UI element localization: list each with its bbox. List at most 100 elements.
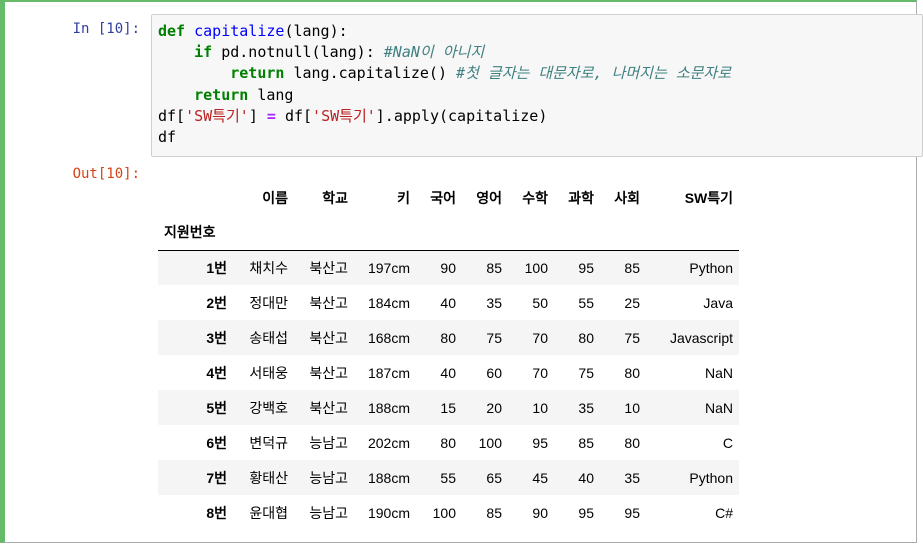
table-cell: Python: [689, 469, 733, 486]
table-row: 6번 변덕규 능남고 202cm 80 100 95 85 80 C: [158, 425, 739, 460]
table-cell: 55: [578, 294, 594, 311]
table-cell: 70: [532, 364, 548, 381]
table-cell: 10: [532, 399, 548, 416]
keyword: return: [194, 85, 249, 104]
column-header: 사회: [614, 189, 640, 206]
table-cell: 60: [486, 364, 502, 381]
empty-header-cell: [508, 215, 554, 250]
corner-cell: [158, 180, 233, 215]
column-header: 과학: [568, 189, 594, 206]
table-cell: 95: [578, 259, 594, 276]
index-name-row: 지원번호: [158, 215, 739, 250]
table-cell: 187cm: [367, 364, 410, 381]
table-cell: 능남고: [309, 434, 348, 451]
table-body: 1번 채치수 북산고 197cm 90 85 100 95 85 Python 2번 정대만 북산고 18…: [158, 250, 739, 530]
code-editor[interactable]: def capitalize(lang): if pd.notnull(lang…: [151, 14, 923, 157]
table-cell: 80: [440, 434, 456, 451]
table-cell: 85: [486, 259, 502, 276]
empty-header-cell: [646, 215, 739, 250]
table-row: 3번 송태섭 북산고 168cm 80 75 70 80 75 Javascript: [158, 320, 739, 355]
code-line-3: return lang.capitalize() #첫 글자는 대문자로, 나머…: [158, 64, 731, 82]
table-cell: Java: [703, 294, 733, 311]
code-text: ]: [248, 106, 267, 125]
code-text: df[: [158, 106, 186, 125]
output-prompt: Out[10]:: [72, 166, 140, 182]
input-prompt: In [10]:: [72, 21, 140, 37]
table-cell: 25: [624, 294, 640, 311]
table-cell: 변덕규: [249, 434, 288, 451]
table-cell: 85: [486, 504, 502, 521]
table-cell: 10: [624, 399, 640, 416]
table-cell: 190cm: [367, 504, 410, 521]
keyword: if: [194, 43, 213, 62]
table-row: 4번 서태웅 북산고 187cm 40 60 70 75 80 NaN: [158, 355, 739, 390]
table-cell: 윤대협: [249, 504, 288, 521]
table-cell: 95: [624, 504, 640, 521]
code-text: df[: [275, 106, 313, 125]
table-cell: 35: [578, 399, 594, 416]
keyword: return: [230, 64, 285, 83]
table-cell: 15: [440, 399, 456, 416]
code-line-5: df['SW특기'] = df['SW특기'].apply(capitalize…: [158, 107, 547, 125]
table-cell: 100: [432, 504, 456, 521]
table-cell: NaN: [704, 399, 733, 416]
table-cell: 100: [524, 259, 548, 276]
notebook-cell[interactable]: In [10]: def capitalize(lang): if pd.not…: [0, 0, 923, 543]
row-index: 4번: [206, 364, 227, 381]
table-cell: 35: [624, 469, 640, 486]
table-cell: 45: [532, 469, 548, 486]
table-cell: 197cm: [367, 259, 410, 276]
code-line-4: return lang: [158, 86, 293, 104]
column-header: 키: [397, 189, 410, 206]
empty-header-cell: [233, 215, 294, 250]
table-cell: 202cm: [367, 434, 410, 451]
code-text: pd.notnull(lang):: [212, 43, 384, 62]
table-cell: 강백호: [249, 399, 288, 416]
row-index: 3번: [206, 329, 227, 346]
table-cell: 20: [486, 399, 502, 416]
table-cell: 40: [578, 469, 594, 486]
index-name: 지원번호: [164, 224, 216, 241]
empty-header-cell: [294, 215, 354, 250]
table-cell: 송태섭: [249, 329, 288, 346]
table-cell: 북산고: [309, 329, 348, 346]
table-cell: 80: [624, 364, 640, 381]
keyword: def: [158, 22, 186, 40]
table-cell: 65: [486, 469, 502, 486]
table-cell: 85: [624, 259, 640, 276]
empty-header-cell: [416, 215, 462, 250]
table-cell: 황태산: [249, 469, 288, 486]
column-header: 수학: [522, 189, 548, 206]
row-index: 8번: [206, 504, 227, 521]
table-cell: 80: [624, 434, 640, 451]
column-header: 국어: [430, 189, 456, 206]
operator: =: [266, 106, 276, 125]
table-cell: 188cm: [367, 399, 410, 416]
code-line-6: df: [158, 128, 177, 147]
empty-header-cell: [600, 215, 646, 250]
table-cell: 95: [578, 504, 594, 521]
table-cell: C: [722, 434, 733, 451]
table-cell: 50: [532, 294, 548, 311]
table-cell: 80: [440, 329, 456, 346]
column-header: 학교: [322, 189, 348, 206]
table-cell: 능남고: [309, 469, 348, 486]
row-index: 6번: [206, 434, 227, 451]
code-text: (lang):: [284, 22, 348, 40]
column-header: 영어: [476, 189, 502, 206]
table-cell: 168cm: [367, 329, 410, 346]
table-cell: 북산고: [309, 364, 348, 381]
empty-header-cell: [554, 215, 600, 250]
table-row: 7번 황태산 능남고 188cm 55 65 45 40 35 Python: [158, 460, 739, 495]
table-cell: 40: [440, 364, 456, 381]
table-cell: 정대만: [249, 294, 288, 311]
table-cell: 40: [440, 294, 456, 311]
empty-header-cell: [354, 215, 416, 250]
table-cell: 북산고: [309, 294, 348, 311]
code-text: lang: [248, 85, 294, 104]
table-cell: 55: [440, 469, 456, 486]
table-cell: 85: [578, 434, 594, 451]
row-index: 5번: [206, 399, 227, 416]
